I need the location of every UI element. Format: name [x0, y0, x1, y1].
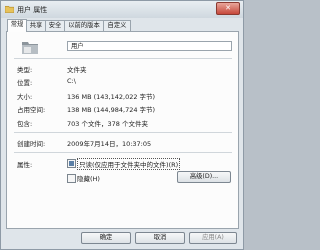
contains-label: 包含:: [17, 120, 33, 128]
divider: [14, 58, 232, 59]
close-button[interactable]: ✕: [216, 2, 240, 15]
type-value: 文件夹: [67, 66, 87, 74]
apply-button[interactable]: 应用(A): [189, 232, 237, 244]
tab-previous-versions[interactable]: 以前的版本: [64, 20, 104, 31]
divider: [14, 152, 232, 153]
tab-general[interactable]: 常规: [7, 19, 27, 32]
properties-window: 用户 属性 ✕ 常规 共享 安全 以前的版本 自定义 用户 类型: 文件夹 位置…: [0, 0, 244, 250]
location-label: 位置:: [17, 79, 33, 87]
attributes-label: 属性:: [17, 161, 33, 169]
tab-sharing[interactable]: 共享: [26, 20, 46, 31]
ok-button[interactable]: 确定: [81, 232, 131, 244]
general-panel: 用户 类型: 文件夹 位置: C:\ 大小: 136 MB (143,142,0…: [6, 31, 239, 229]
created-label: 创建时间:: [17, 140, 46, 148]
location-value: C:\: [67, 77, 76, 85]
size-value: 136 MB (143,142,022 字节): [67, 93, 156, 101]
hidden-checkbox[interactable]: [67, 174, 76, 183]
size-label: 大小:: [17, 93, 33, 101]
cancel-button[interactable]: 取消: [135, 232, 185, 244]
folder-name-input[interactable]: 用户: [67, 41, 232, 51]
advanced-button[interactable]: 高级(D)...: [177, 171, 231, 183]
contains-value: 703 个文件，378 个文件夹: [67, 120, 148, 128]
title-bar[interactable]: 用户 属性 ✕: [1, 1, 243, 18]
folder-icon: [5, 6, 14, 13]
size-on-disk-label: 占用空间:: [17, 106, 46, 114]
close-icon: ✕: [225, 4, 231, 12]
hidden-label[interactable]: 隐藏(H): [77, 173, 100, 183]
tab-customize[interactable]: 自定义: [103, 20, 131, 31]
divider: [14, 132, 232, 133]
readonly-label[interactable]: 只读(仅应用于文件夹中的文件)(R): [77, 158, 181, 170]
window-title: 用户 属性: [17, 6, 48, 14]
readonly-checkbox[interactable]: [67, 159, 76, 168]
type-label: 类型:: [17, 66, 33, 74]
folder-icon: [22, 42, 38, 54]
created-value: 2009年7月14日，10:37:05: [67, 140, 152, 148]
size-on-disk-value: 138 MB (144,984,724 字节): [67, 106, 156, 114]
tab-security[interactable]: 安全: [45, 20, 65, 31]
